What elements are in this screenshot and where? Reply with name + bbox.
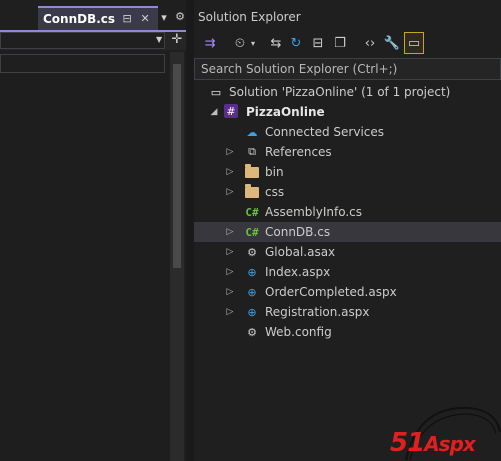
watermark-word: Aspx bbox=[424, 432, 476, 456]
chevron-down-icon[interactable]: ▾ bbox=[158, 12, 170, 24]
tree-item-label: AssemblyInfo.cs bbox=[265, 205, 363, 219]
tree-item-label: Connected Services bbox=[265, 125, 385, 139]
expand-arrow-icon[interactable]: ▷ bbox=[224, 225, 236, 239]
split-window-icon[interactable]: ✛ bbox=[170, 33, 184, 47]
tree-item-label: bin bbox=[265, 165, 284, 179]
search-placeholder: Search Solution Explorer (Ctrl+;) bbox=[201, 62, 398, 76]
web-page-icon: ⊕ bbox=[247, 305, 257, 319]
folder-icon bbox=[244, 183, 260, 200]
watermark-number: 51 bbox=[390, 428, 425, 458]
chevron-down-icon[interactable]: ▼ bbox=[156, 36, 164, 44]
code-view-icon[interactable]: ‹› bbox=[360, 32, 380, 54]
tree-item-label: css bbox=[265, 185, 285, 199]
tree-row[interactable]: ▷ ⊕ OrderCompleted.aspx bbox=[194, 282, 501, 302]
back-forward-icon[interactable]: ⇆ bbox=[266, 32, 286, 54]
tree-item-label: ConnDB.cs bbox=[265, 225, 331, 239]
tab-title: ConnDB.cs bbox=[43, 12, 116, 26]
watermark-text: 51Aspx bbox=[390, 428, 476, 459]
tab-conndb[interactable]: ConnDB.cs ⊟ ✕ bbox=[38, 6, 158, 30]
switch-views-icon[interactable]: ⇉ bbox=[200, 32, 220, 54]
csharp-project-icon: # bbox=[224, 104, 238, 118]
references-icon: ⧉ bbox=[248, 145, 256, 158]
pin-icon[interactable]: ⊟ bbox=[121, 13, 133, 25]
connected-services-icon: ☁ bbox=[246, 125, 258, 139]
solution-explorer-title: Solution Explorer bbox=[198, 10, 301, 24]
tree-item-label: Web.config bbox=[265, 325, 332, 339]
gear-icon[interactable]: ⚙ bbox=[174, 11, 186, 23]
tree-row[interactable]: ▭ Solution 'PizzaOnline' (1 of 1 project) bbox=[194, 82, 501, 102]
tree-row[interactable]: ☁ Connected Services bbox=[194, 122, 501, 142]
tree-item-label: Registration.aspx bbox=[265, 305, 370, 319]
close-icon[interactable]: ✕ bbox=[139, 13, 151, 25]
copy-icon[interactable]: ❐ bbox=[330, 32, 350, 54]
solution-icon: ▭ bbox=[210, 85, 222, 99]
expand-arrow-icon[interactable]: ▷ bbox=[224, 265, 236, 279]
properties-icon[interactable]: 🔧 bbox=[382, 32, 402, 54]
tree-row[interactable]: ▷ ⊕ Index.aspx bbox=[194, 262, 501, 282]
web-page-icon: ⊕ bbox=[247, 285, 257, 299]
tree-row[interactable]: ▷ ⚙ Global.asax bbox=[194, 242, 501, 262]
csharp-file-icon: C# bbox=[245, 205, 259, 219]
collapse-all-icon[interactable]: ⊟ bbox=[308, 32, 328, 54]
expand-arrow-icon[interactable]: ▷ bbox=[224, 145, 236, 159]
tree-row[interactable]: ◢ # PizzaOnline bbox=[194, 102, 501, 122]
tree-item-label: References bbox=[265, 145, 332, 159]
pane-splitter[interactable] bbox=[186, 0, 194, 461]
tree-item-label: Global.asax bbox=[265, 245, 336, 259]
code-editor[interactable] bbox=[0, 74, 170, 461]
tree-row[interactable]: ⚙ Web.config bbox=[194, 322, 501, 342]
tree-row[interactable]: C# AssemblyInfo.cs bbox=[194, 202, 501, 222]
tree-item-label: Solution 'PizzaOnline' (1 of 1 project) bbox=[229, 85, 451, 99]
tree-row[interactable]: ▷ ⊕ Registration.aspx bbox=[194, 302, 501, 322]
preview-icon[interactable]: ▭ bbox=[404, 32, 424, 54]
expand-arrow-icon[interactable]: ▷ bbox=[224, 305, 236, 319]
tree-row[interactable]: ▷ css bbox=[194, 182, 501, 202]
expand-arrow-icon[interactable]: ▷ bbox=[224, 245, 236, 259]
scrollbar-thumb[interactable] bbox=[173, 64, 181, 268]
chevron-down-icon[interactable]: ▾ bbox=[248, 32, 258, 54]
asax-file-icon: ⚙ bbox=[247, 245, 257, 259]
expand-arrow-icon[interactable]: ▷ bbox=[224, 185, 236, 199]
tree-row[interactable]: ▷ C# ConnDB.cs bbox=[194, 222, 501, 242]
web-page-icon: ⊕ bbox=[247, 265, 257, 279]
expand-arrow-icon[interactable]: ▷ bbox=[224, 285, 236, 299]
expand-arrow-icon[interactable]: ▷ bbox=[224, 165, 236, 179]
type-dropdown[interactable] bbox=[0, 32, 165, 49]
tree-item-label: Index.aspx bbox=[265, 265, 331, 279]
tree-row[interactable]: ▷ ⧉ References bbox=[194, 142, 501, 162]
collapse-arrow-icon[interactable]: ◢ bbox=[208, 105, 220, 119]
refresh-icon[interactable]: ↻ bbox=[286, 32, 306, 54]
member-dropdown[interactable] bbox=[0, 54, 165, 73]
tree-row[interactable]: ▷ bin bbox=[194, 162, 501, 182]
history-icon[interactable]: ⏲ bbox=[230, 32, 250, 54]
config-file-icon: ⚙ bbox=[247, 325, 257, 339]
folder-icon bbox=[244, 163, 260, 180]
tree-item-label: PizzaOnline bbox=[246, 105, 325, 119]
csharp-file-icon: C# bbox=[245, 225, 259, 239]
tree-item-label: OrderCompleted.aspx bbox=[265, 285, 397, 299]
